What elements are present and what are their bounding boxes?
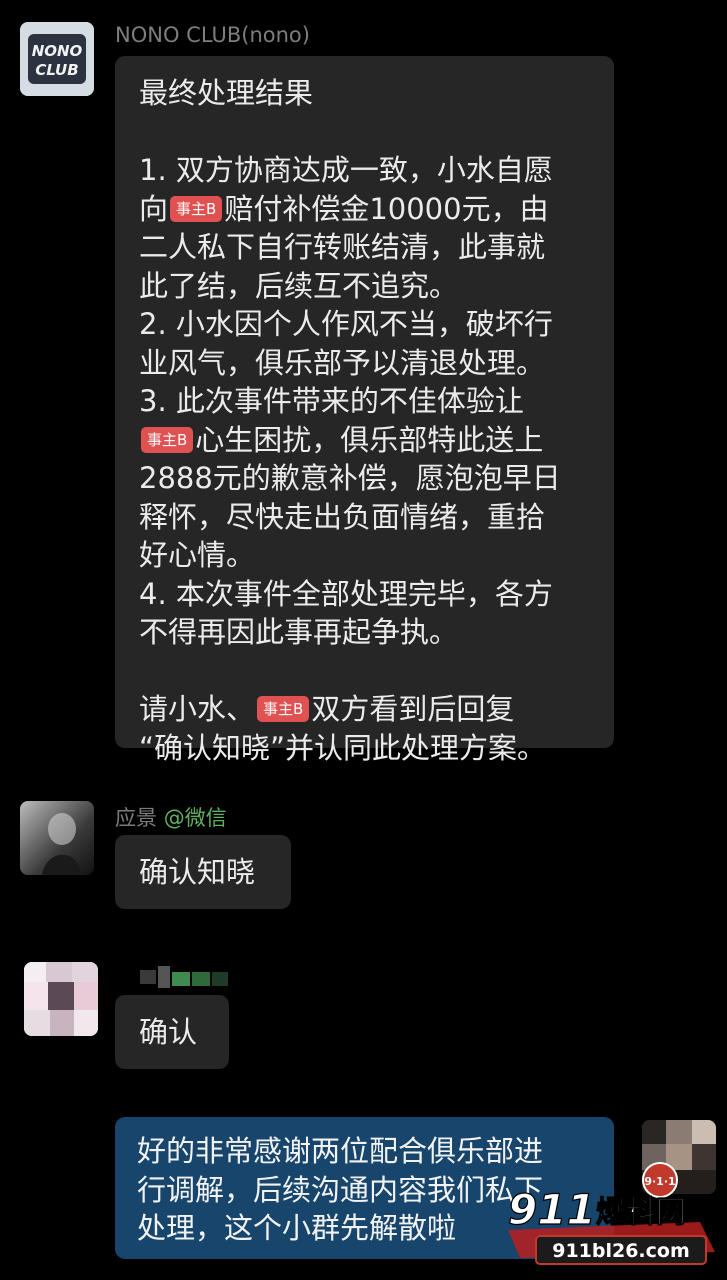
message-line: 2888元的歉意补偿，愿泡泡早日 [139,461,561,495]
message-line: 确认知晓 [139,855,256,889]
redaction-tag: 事主B [141,426,194,453]
message-line: 好心情。 [139,538,256,572]
avatar-yingjing[interactable] [20,801,94,875]
message-text: 请小水、 [139,692,256,726]
redaction-tag: 事主B [257,696,310,722]
sender-name-blurred [140,966,240,988]
blur-block [140,970,156,984]
blur-block [158,966,170,988]
watermark-logo-icon: 9·1·1 911 爆料网 911bl26.com [507,1162,715,1265]
message-line: 1. 双方协商达成一致，小水自愿 [139,153,553,187]
pixelated-avatar-icon [24,962,98,1036]
message-text: 赔付补偿金10000元，由 [224,191,549,226]
watermark-brand: 爆料网 [596,1195,686,1230]
message-text: 向 [139,191,169,226]
watermark-badge: 9·1·1 [644,1175,675,1188]
message-line: 4. 本次事件全部处理完毕，各方 [139,576,553,611]
sender-platform: @微信 [163,806,227,830]
message-text: 心生困扰，俱乐部特此送上 [195,422,544,457]
message-bubble-confirm[interactable]: 确认 [115,995,229,1069]
sender-name: 应景 [115,806,157,830]
person-photo-icon [20,801,94,875]
message-text: 双方看到后回复 [311,692,515,726]
message-line: 二人私下自行转账结清，此事就 [139,230,546,264]
nono-club-logo-icon: NONO CLUB [20,22,94,96]
message-line: 确认 [139,1015,198,1049]
message-line: 3. 此次事件带来的不佳体验让 [139,384,524,418]
message-line: 请小水、 事主B 双方看到后回复 [139,690,614,729]
message-line: 释怀，尽快走出负面情绪，重拾 [139,499,546,534]
message-line: 事主B 心生困扰，俱乐部特此送上 [139,421,614,460]
message-line: 此了结，后续互不追究。 [139,268,459,303]
avatar-nono-club[interactable]: NONO CLUB [20,22,94,96]
watermark-url: 911bl26.com [552,1240,690,1262]
message-line: 最终处理结果 [139,76,314,110]
avatar-text-nono: NONO [32,42,83,60]
message-line-blank [139,652,614,691]
sender-name-nono-club: NONO CLUB(nono) [115,23,310,47]
sender-name-yingjing: 应景 @微信 [115,802,227,832]
blur-block [172,972,190,986]
message-line: 业风气，俱乐部予以清退处理。 [139,345,546,380]
avatar-blurred[interactable] [24,962,98,1036]
message-line: 2. 小水因个人作风不当，破坏行 [139,307,553,341]
message-line: 不得再因此事再起争执。 [139,615,459,649]
blur-block [212,972,228,986]
redaction-tag: 事主B [170,195,223,222]
watermark-number: 911 [508,1185,596,1234]
avatar-text-club: CLUB [35,61,78,79]
blur-block [192,972,210,986]
message-line-blank [139,113,614,152]
message-line: 向事主B 赔付补偿金10000元，由 [139,190,614,229]
message-line: “确认知晓”并认同此处理方案。 [139,730,547,765]
watermark-911: 9·1·1 911 爆料网 911bl26.com [500,1162,725,1274]
message-bubble-final-result[interactable]: 最终处理结果 1. 双方协商达成一致，小水自愿 向事主B 赔付补偿金10000元，… [115,56,614,765]
message-bubble-confirm-known[interactable]: 确认知晓 [115,835,291,909]
